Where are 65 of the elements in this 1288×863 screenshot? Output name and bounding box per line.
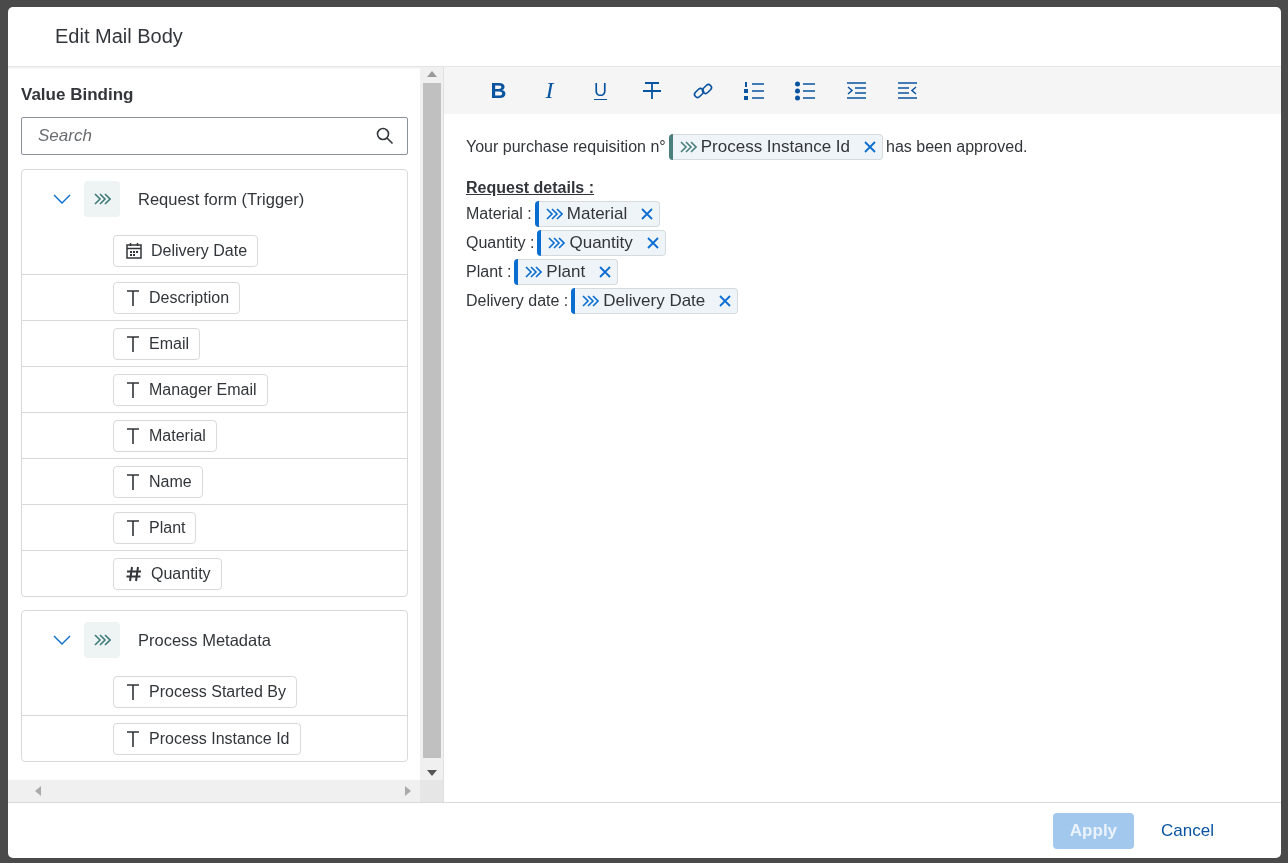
- chevron-down-icon[interactable]: [52, 633, 72, 647]
- indent-icon: [844, 79, 867, 102]
- body-text: Delivery date :: [466, 291, 569, 310]
- field-chip[interactable]: Description: [113, 281, 241, 314]
- variable-token[interactable]: Plant: [514, 258, 619, 285]
- scroll-down-icon[interactable]: [426, 770, 437, 776]
- double-chevron-icon: [93, 192, 111, 206]
- numbered-list-icon: [742, 79, 765, 102]
- double-chevron-icon: [544, 206, 563, 221]
- field-chip[interactable]: Plant: [113, 511, 197, 544]
- panel-title: Value Binding: [21, 85, 135, 105]
- bold-button[interactable]: B: [472, 70, 525, 111]
- dialog-title: Edit Mail Body: [55, 25, 183, 48]
- body-text: has been approved.: [886, 137, 1028, 156]
- text-type-icon: [125, 426, 141, 445]
- body-text: Quantity :: [466, 233, 535, 252]
- close-icon[interactable]: [641, 207, 654, 220]
- italic-button[interactable]: I: [523, 70, 576, 111]
- field-chip[interactable]: Quantity: [113, 557, 222, 590]
- text-type-icon: [125, 472, 141, 491]
- hash-icon: [125, 564, 143, 583]
- close-icon[interactable]: [719, 294, 732, 307]
- group-label[interactable]: Request form (Trigger): [138, 189, 305, 209]
- variable-token[interactable]: Quantity: [537, 229, 666, 256]
- calendar-icon: [125, 242, 143, 260]
- scroll-up-icon[interactable]: [426, 71, 437, 77]
- variable-token[interactable]: Material: [534, 200, 661, 227]
- search-icon[interactable]: [376, 127, 394, 145]
- close-icon[interactable]: [646, 236, 659, 249]
- double-chevron-icon: [547, 235, 566, 250]
- double-chevron-icon: [581, 293, 600, 308]
- text-type-icon: [125, 518, 141, 537]
- body-text: Material :: [466, 204, 532, 223]
- scroll-thumb[interactable]: [422, 83, 441, 758]
- text-type-icon: [125, 334, 141, 353]
- text-type-icon: [125, 380, 141, 399]
- section-heading: Request details :: [466, 178, 596, 198]
- underline-button[interactable]: U: [574, 70, 627, 111]
- variable-token[interactable]: Process Instance Id: [668, 133, 884, 160]
- text-type-icon: [125, 683, 141, 701]
- double-chevron-icon: [93, 633, 111, 647]
- text-type-icon: [125, 288, 141, 307]
- body-text: Your purchase requisition n°: [466, 137, 666, 156]
- field-chip[interactable]: Name: [113, 465, 203, 498]
- bulleted-list-icon: [793, 79, 816, 102]
- strikethrough-icon: [640, 79, 663, 102]
- close-icon[interactable]: [599, 265, 612, 278]
- body-text: Plant :: [466, 262, 512, 281]
- field-chip[interactable]: Material: [113, 419, 217, 452]
- double-chevron-icon: [524, 264, 543, 279]
- text-type-icon: [125, 729, 141, 748]
- outdent-icon: [895, 79, 918, 102]
- search-field[interactable]: Search: [21, 117, 408, 155]
- variable-token[interactable]: Delivery Date: [571, 287, 739, 314]
- close-icon[interactable]: [864, 140, 877, 153]
- double-chevron-icon: [678, 139, 697, 154]
- field-chip[interactable]: Process Started By: [113, 676, 297, 708]
- field-chip[interactable]: Email: [113, 327, 200, 360]
- field-chip[interactable]: Manager Email: [113, 373, 268, 406]
- group-label[interactable]: Process Metadata: [138, 630, 271, 650]
- vertical-scrollbar[interactable]: [420, 67, 443, 780]
- chevron-down-icon[interactable]: [52, 192, 72, 206]
- field-chip[interactable]: Delivery Date: [113, 235, 259, 267]
- cancel-button[interactable]: Cancel: [1144, 812, 1231, 849]
- field-chip[interactable]: Process Instance Id: [113, 722, 301, 755]
